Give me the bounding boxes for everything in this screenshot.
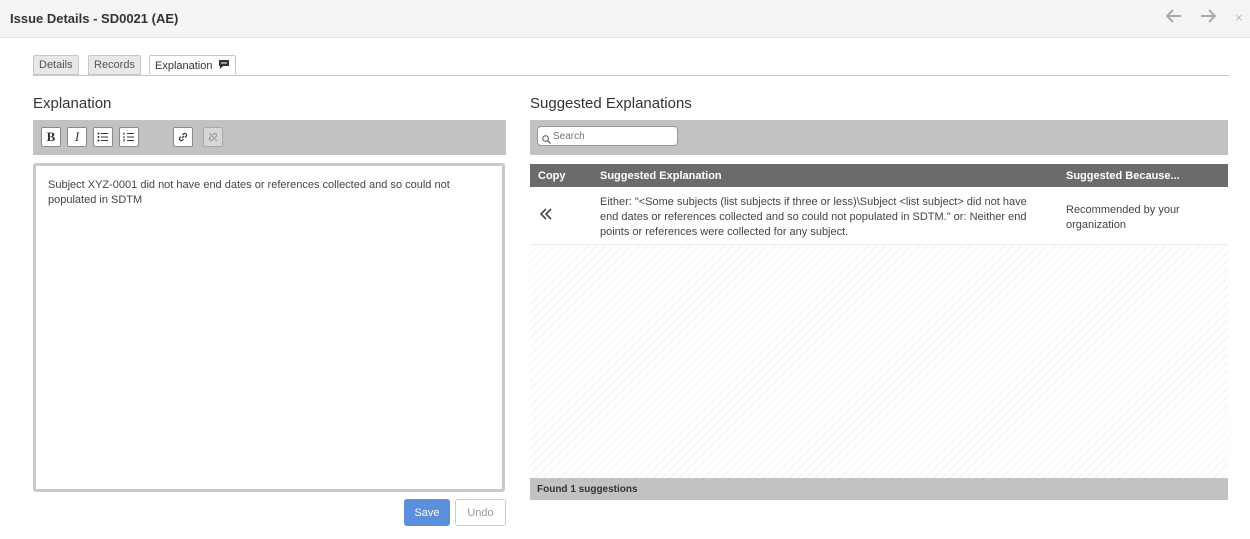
tab-label: Details — [39, 59, 73, 71]
tab-label: Records — [94, 59, 135, 71]
unlink-icon — [203, 127, 223, 147]
title-bar: Issue Details - SD0021 (AE) × — [0, 0, 1250, 38]
link-icon[interactable] — [173, 127, 193, 147]
bullet-list-icon[interactable] — [93, 127, 113, 147]
numbered-list-icon[interactable] — [119, 127, 139, 147]
column-header-explanation: Suggested Explanation — [600, 170, 722, 182]
arrow-left-icon[interactable] — [1165, 9, 1182, 28]
table-row: Either: "<Some subjects (list subjects i… — [530, 187, 1228, 245]
suggested-explanation-text: Either: "<Some subjects (list subjects i… — [600, 196, 1027, 238]
column-header-because: Suggested Because... — [1066, 170, 1180, 182]
explanation-heading: Explanation — [33, 95, 112, 112]
window-title: Issue Details - SD0021 (AE) — [10, 11, 179, 26]
editor-toolbar: B I — [33, 120, 506, 155]
arrow-right-icon[interactable] — [1200, 9, 1217, 28]
tab-explanation[interactable]: Explanation — [149, 55, 236, 75]
search-bar — [530, 120, 1228, 155]
search-icon — [542, 131, 552, 144]
tab-label: Explanation — [155, 60, 213, 72]
table-header: Copy Suggested Explanation Suggested Bec… — [530, 164, 1228, 187]
italic-icon[interactable]: I — [67, 127, 87, 147]
save-button[interactable]: Save — [404, 499, 450, 526]
comment-icon — [218, 59, 230, 73]
bold-icon[interactable]: B — [41, 127, 61, 147]
suggested-heading: Suggested Explanations — [530, 95, 692, 112]
undo-button[interactable]: Undo — [455, 499, 506, 526]
suggestions-table: Copy Suggested Explanation Suggested Bec… — [530, 164, 1228, 500]
tab-divider — [33, 75, 1229, 76]
suggestions-count: Found 1 suggestions — [530, 478, 1228, 500]
close-icon[interactable]: × — [1235, 10, 1243, 25]
tab-records[interactable]: Records — [88, 55, 141, 75]
tab-details[interactable]: Details — [33, 55, 79, 75]
column-header-copy: Copy — [538, 170, 566, 182]
double-chevron-left-icon[interactable] — [539, 201, 553, 227]
empty-table-area — [530, 246, 1228, 478]
suggested-because-text: Recommended by your organization — [1066, 204, 1180, 231]
explanation-editor[interactable]: Subject XYZ-0001 did not have end dates … — [33, 163, 505, 492]
search-input[interactable] — [537, 126, 678, 146]
